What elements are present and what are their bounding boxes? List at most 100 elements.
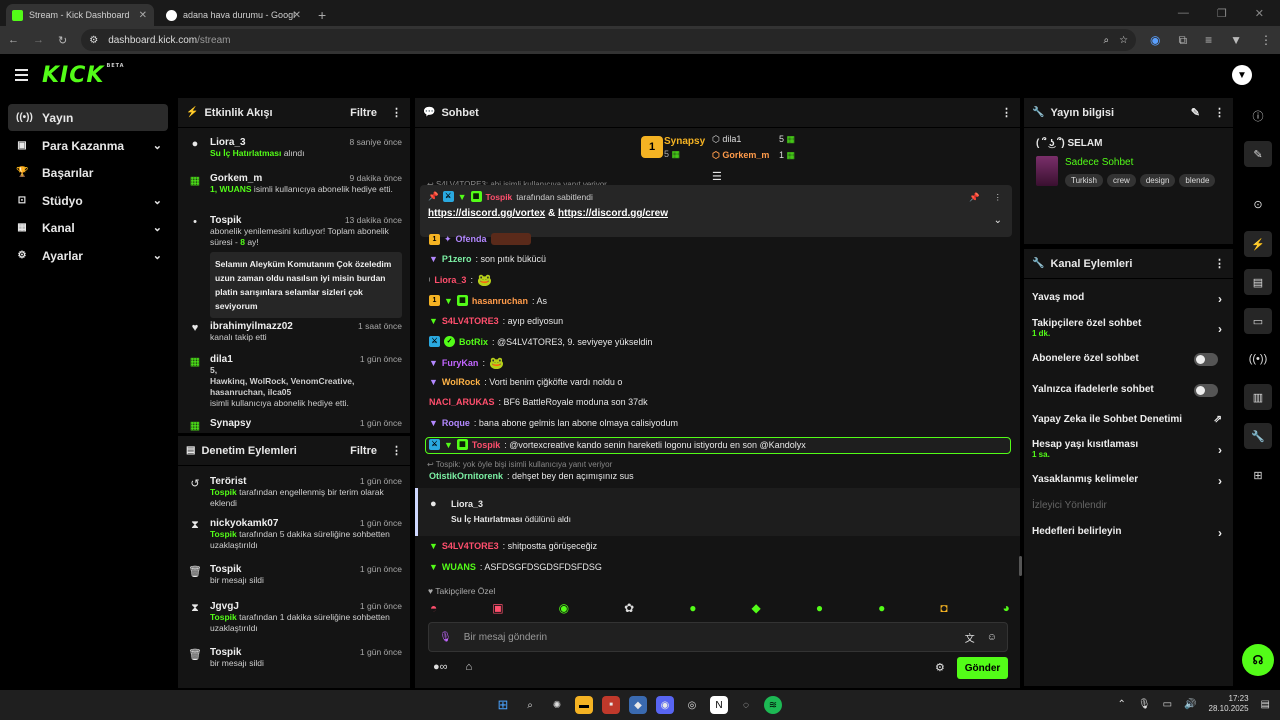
action-slow-mode[interactable]: Yavaş mod › [1032, 292, 1226, 306]
filter-button[interactable]: Filtre [350, 107, 377, 119]
filter-button[interactable]: Filtre [350, 445, 377, 457]
layout-icon[interactable]: ▥ [1244, 384, 1272, 410]
bookmark-star-icon[interactable]: ☆ [1119, 35, 1128, 46]
site-info-icon[interactable]: ⚙ [89, 35, 98, 46]
toggle-switch[interactable] [1194, 384, 1218, 397]
menu-icon[interactable]: ⋮ [1260, 33, 1272, 48]
emote-icon[interactable]: ◉ [559, 601, 569, 615]
emote-icon[interactable]: ◕ [1003, 601, 1010, 615]
broadcast-icon[interactable]: ((•)) [1244, 346, 1272, 372]
emote-icon[interactable]: ◘ [940, 601, 947, 615]
action-followers-only[interactable]: Takipçilere özel sohbet 1 dk. › [1032, 318, 1226, 338]
send-button[interactable]: Gönder [957, 657, 1008, 679]
chat-input[interactable]: 🎙 Bir mesaj gönderin 文 ☺ [428, 622, 1008, 652]
close-icon[interactable]: ✕ [139, 10, 147, 21]
volume-icon[interactable]: 🔊 [1184, 699, 1196, 710]
action-ai-moderation[interactable]: Yapay Zeka ile Sohbet Denetimi ⇗ [1032, 414, 1226, 425]
mic-icon[interactable]: 🎙 [439, 632, 452, 643]
puzzle-icon[interactable]: ⧉ [1179, 33, 1188, 48]
leader-name[interactable]: Synapsy [664, 136, 705, 147]
url-field[interactable]: ⚙ dashboard.kick.com/stream ⌕ ☆ [81, 29, 1137, 51]
chrome-icon[interactable]: ◎ [683, 696, 701, 714]
emote-icon[interactable]: ● [816, 601, 823, 615]
action-banned-words[interactable]: Yasaklanmış kelimeler › [1032, 474, 1226, 488]
profile-icon[interactable]: ▼ [1230, 33, 1242, 48]
spotify-icon[interactable]: ≋ [764, 696, 782, 714]
network-icon[interactable]: ▭ [1163, 699, 1172, 710]
discord-icon[interactable]: ◉ [656, 696, 674, 714]
translate-icon[interactable]: 文 [965, 630, 975, 645]
sidebar-item-studyo[interactable]: ⊡ Stüdyo ⌄ [8, 187, 168, 214]
tag[interactable]: blende [1179, 174, 1216, 187]
pinned-link[interactable]: https://discord.gg/vortex [428, 208, 545, 219]
maximize-icon[interactable]: ❐ [1217, 7, 1227, 20]
file-explorer-icon[interactable]: ▬ [575, 696, 593, 714]
gear-app-icon[interactable]: ✺ [548, 696, 566, 714]
category-name[interactable]: Sadece Sohbet [1065, 157, 1133, 168]
emote-icon[interactable]: ◆ [752, 601, 761, 615]
app-icon[interactable]: ◆ [629, 696, 647, 714]
more-icon[interactable]: ⋮ [391, 106, 402, 119]
mic-icon[interactable]: 🎙 [1138, 699, 1151, 710]
more-icon[interactable]: ⋮ [1001, 106, 1012, 119]
browser-tab-google[interactable]: adana hava durumu - Google'd ✕ [160, 4, 308, 26]
tag[interactable]: crew [1106, 174, 1136, 187]
emote-icon[interactable]: ● [689, 601, 696, 615]
close-icon[interactable]: ✕ [293, 10, 301, 21]
chat-username[interactable]: Roque [442, 418, 470, 428]
lightning-icon[interactable]: ⚡ [1244, 231, 1272, 257]
clock[interactable]: 17:23 28.10.2025 [1209, 694, 1249, 714]
unpin-icon[interactable]: 📌 [969, 192, 980, 203]
more-icon[interactable]: ⋮ [1214, 257, 1225, 270]
wrench-icon[interactable]: 🔧 [1244, 423, 1272, 449]
add-widget-icon[interactable]: ⊞ [1244, 462, 1272, 488]
emoji-icon[interactable]: ☺ [987, 632, 997, 643]
hamburger-menu-icon[interactable] [15, 69, 28, 81]
chat-username[interactable]: Liora_3 [434, 275, 466, 285]
kick-logo[interactable]: KICK BETA [42, 63, 125, 88]
chat-username[interactable]: BotRix [459, 337, 488, 347]
action-emotes-only[interactable]: Yalnızca ifadelerle sohbet [1032, 384, 1226, 397]
browser-tab-kick[interactable]: Stream - Kick Dashboard ✕ [6, 4, 154, 26]
chat-username[interactable]: hasanruchan [472, 296, 528, 306]
minimize-icon[interactable]: — [1178, 7, 1189, 19]
more-icon[interactable]: ⋮ [994, 192, 1003, 203]
leader-name[interactable]: Gorkem_m [722, 150, 769, 160]
store-icon[interactable]: ⌂ [466, 661, 473, 673]
action-subscribers-only[interactable]: Abonelere özel sohbet [1032, 353, 1226, 366]
search-icon[interactable]: ⌕ [521, 696, 539, 714]
chat-username[interactable]: NACI_ARUKAS [429, 397, 495, 407]
sidebar-item-kanal[interactable]: ▦ Kanal ⌄ [8, 214, 168, 241]
chat-username[interactable]: Tospik [472, 440, 500, 450]
edit-icon[interactable]: ✎ [1244, 141, 1272, 167]
target-icon[interactable]: ⊙ [1244, 191, 1272, 217]
chat-scrollbar[interactable] [1019, 556, 1022, 576]
leader-name[interactable]: dila1 [722, 134, 741, 144]
chevron-down-icon[interactable]: ⌄ [994, 215, 1002, 226]
action-account-age[interactable]: Hesap yaşı kısıtlaması 1 sa. › [1032, 439, 1226, 459]
sidebar-item-para-kazanma[interactable]: ▣ Para Kazanma ⌄ [8, 132, 168, 159]
sidebar-item-basarilar[interactable]: 🏆 Başarılar [8, 159, 168, 186]
event-user[interactable]: Liora_3 [451, 499, 483, 509]
app-icon[interactable]: ◌ [737, 696, 755, 714]
emote-icon[interactable]: ✿ [624, 601, 634, 615]
emote-icon[interactable]: ▣ [492, 601, 503, 615]
more-icon[interactable]: ⋮ [1214, 106, 1225, 119]
support-button[interactable]: ☊ [1242, 644, 1274, 676]
chat-username[interactable]: WUANS [442, 562, 476, 572]
chat-username[interactable]: WolRock [442, 377, 480, 387]
new-tab-button[interactable]: + [318, 7, 326, 23]
emote-icon[interactable]: ◓ [430, 601, 437, 615]
chat-username[interactable]: OtistikOrnitorenk [429, 471, 503, 481]
collapse-icon[interactable]: ☰ [712, 170, 722, 183]
more-icon[interactable]: ⋮ [391, 444, 402, 457]
points-icon[interactable]: ●∞ [433, 661, 448, 673]
action-set-goals[interactable]: Hedefleri belirleyin › [1032, 526, 1226, 540]
reload-icon[interactable]: ↻ [58, 34, 67, 47]
chat-username[interactable]: S4LV4TORE3 [442, 541, 499, 551]
user-avatar[interactable]: ▼ [1232, 65, 1252, 85]
chat-username[interactable]: P1zero [442, 254, 472, 264]
sidebar-item-ayarlar[interactable]: ⚙ Ayarlar ⌄ [8, 242, 168, 269]
pinned-by[interactable]: Tospik [486, 192, 513, 202]
notification-icon[interactable]: ▤ [1261, 699, 1270, 710]
